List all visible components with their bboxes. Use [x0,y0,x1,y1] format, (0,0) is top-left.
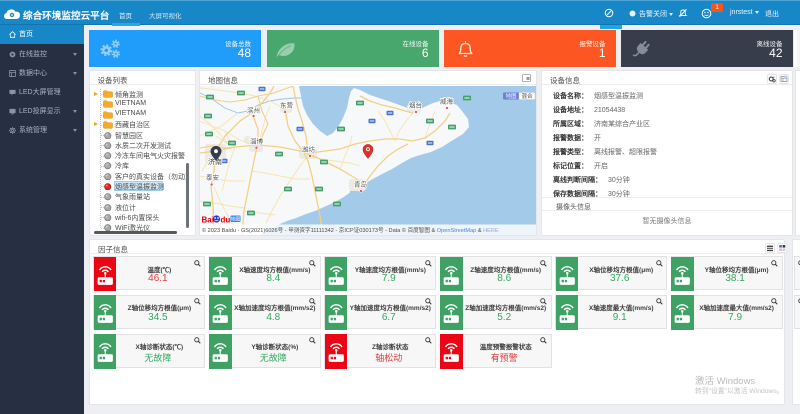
svg-text:滨州: 滨州 [247,106,260,115]
svg-text:东营: 东营 [280,101,294,110]
svg-text:du: du [221,216,231,225]
svg-text:潍坊: 潍坊 [302,145,316,154]
svg-text:Bai: Bai [202,216,214,225]
svg-text:烟台: 烟台 [409,101,422,110]
svg-text:混合: 混合 [521,92,533,100]
svg-text:青岛: 青岛 [354,180,367,189]
svg-text:威海: 威海 [440,97,454,106]
svg-text:地图: 地图 [505,92,517,100]
svg-text:地图: 地图 [231,216,241,223]
svg-text:© 2023 Baidu - GS(2021)6026号 -: © 2023 Baidu - GS(2021)6026号 - 甲测资字11111… [202,226,499,234]
svg-text:淄博: 淄博 [250,137,264,146]
svg-text:泰安: 泰安 [206,173,220,182]
